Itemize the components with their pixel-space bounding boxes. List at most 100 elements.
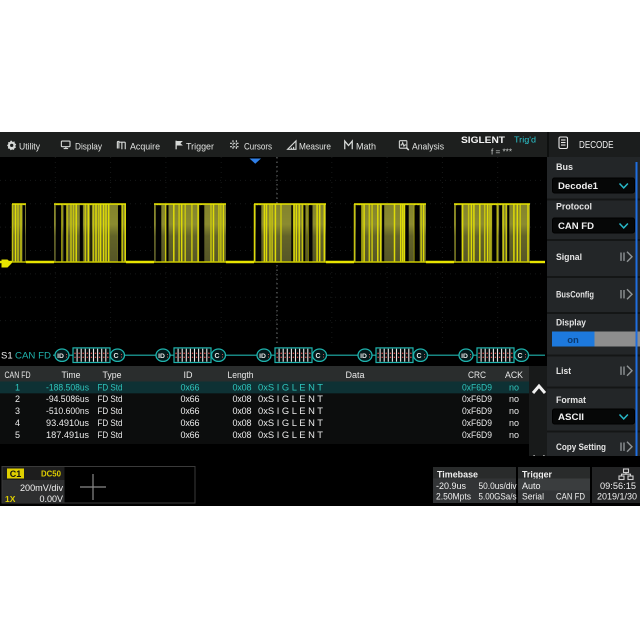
svg-text:1X: 1X xyxy=(5,494,16,504)
svg-text:Data: Data xyxy=(346,370,365,380)
svg-text:0.00V: 0.00V xyxy=(39,494,63,504)
svg-text:0xS I G L E N T: 0xS I G L E N T xyxy=(258,406,324,416)
svg-text:ID: ID xyxy=(360,353,367,360)
svg-text:0xS I G L E N T: 0xS I G L E N T xyxy=(258,430,324,440)
svg-text:S1: S1 xyxy=(1,351,13,362)
svg-text::: : xyxy=(65,353,67,360)
svg-text::: : xyxy=(423,353,425,360)
svg-text::: : xyxy=(469,353,471,360)
svg-text:0x08: 0x08 xyxy=(233,394,252,404)
svg-text:Measure: Measure xyxy=(299,142,331,153)
svg-text::: : xyxy=(368,353,370,360)
svg-text:CAN FD: CAN FD xyxy=(5,370,31,380)
svg-text:FD Std: FD Std xyxy=(98,394,123,404)
svg-text:Analysis: Analysis xyxy=(412,142,444,153)
svg-text:0xS I G L E N T: 0xS I G L E N T xyxy=(258,382,324,392)
svg-text:Math: Math xyxy=(356,142,376,153)
svg-text:2019/1/30: 2019/1/30 xyxy=(597,492,637,502)
svg-text:FD Std: FD Std xyxy=(98,382,123,392)
svg-text:3: 3 xyxy=(15,406,20,416)
svg-text:-188.508us: -188.508us xyxy=(46,382,89,392)
svg-text:FD Std: FD Std xyxy=(98,406,123,416)
svg-text:Format: Format xyxy=(556,395,587,406)
svg-text:0x66: 0x66 xyxy=(181,394,200,404)
svg-text:Display: Display xyxy=(556,318,587,329)
svg-text:93.4910us: 93.4910us xyxy=(46,418,90,428)
svg-text:5.00GSa/s: 5.00GSa/s xyxy=(479,492,517,502)
svg-text:ID: ID xyxy=(158,353,165,360)
svg-text:0xF6D9: 0xF6D9 xyxy=(462,382,492,392)
svg-text:0xS I G L E N T: 0xS I G L E N T xyxy=(258,394,324,404)
svg-text::: : xyxy=(322,353,324,360)
svg-text:no: no xyxy=(509,406,519,416)
svg-text:0xF6D9: 0xF6D9 xyxy=(462,394,492,404)
svg-text:no: no xyxy=(509,382,519,392)
svg-text:200mV/div: 200mV/div xyxy=(20,483,63,493)
svg-text:Type: Type xyxy=(103,370,122,380)
svg-text:-20.9us: -20.9us xyxy=(436,481,466,491)
svg-text:on: on xyxy=(567,335,579,346)
svg-text:ID: ID xyxy=(259,353,266,360)
svg-text:List: List xyxy=(556,366,572,377)
svg-text:Trigger: Trigger xyxy=(522,470,552,480)
svg-text:Decode1: Decode1 xyxy=(558,181,599,192)
svg-text:0x66: 0x66 xyxy=(181,418,200,428)
svg-text:f = ***: f = *** xyxy=(491,148,512,157)
svg-text::: : xyxy=(267,353,269,360)
svg-text:Serial: Serial xyxy=(522,492,544,502)
svg-text:5: 5 xyxy=(15,430,20,440)
svg-text:0xF6D9: 0xF6D9 xyxy=(462,430,492,440)
svg-text:DC50: DC50 xyxy=(41,469,61,479)
svg-text:Protocol: Protocol xyxy=(556,202,592,213)
svg-text:Bus: Bus xyxy=(556,162,573,173)
svg-text:0x08: 0x08 xyxy=(233,418,252,428)
svg-text:no: no xyxy=(509,394,519,404)
svg-text:no: no xyxy=(509,418,519,428)
svg-text:0xF6D9: 0xF6D9 xyxy=(462,418,492,428)
svg-text::: : xyxy=(120,353,122,360)
svg-text:SIGLENT: SIGLENT xyxy=(461,135,505,145)
svg-text:Utility: Utility xyxy=(19,142,40,153)
svg-text::: : xyxy=(221,353,223,360)
svg-text:CAN FD: CAN FD xyxy=(556,492,585,502)
svg-text:C: C xyxy=(113,353,118,360)
svg-text:0x66: 0x66 xyxy=(181,406,200,416)
svg-text:Cursors: Cursors xyxy=(244,142,272,153)
svg-text:C: C xyxy=(517,353,522,360)
svg-text:Trigger: Trigger xyxy=(186,142,214,153)
svg-text:FD Std: FD Std xyxy=(98,430,123,440)
svg-text:C: C xyxy=(315,353,320,360)
svg-text:Acquire: Acquire xyxy=(130,142,160,153)
svg-text:Timebase: Timebase xyxy=(437,470,478,480)
svg-text:09:56:15: 09:56:15 xyxy=(600,481,636,491)
svg-text:2: 2 xyxy=(15,394,20,404)
svg-text::: : xyxy=(524,353,526,360)
svg-text:ID: ID xyxy=(184,370,194,380)
svg-text:0xS I G L E N T: 0xS I G L E N T xyxy=(258,418,324,428)
svg-text:ASCII: ASCII xyxy=(558,412,584,423)
svg-text:ID: ID xyxy=(461,353,468,360)
svg-text:-510.600ns: -510.600ns xyxy=(46,406,89,416)
svg-text:50.0us/div: 50.0us/div xyxy=(479,481,517,491)
svg-text:0x08: 0x08 xyxy=(233,430,252,440)
svg-text:1: 1 xyxy=(15,382,20,392)
svg-text:FD Std: FD Std xyxy=(98,418,123,428)
svg-text:CAN FD: CAN FD xyxy=(15,351,51,362)
svg-text:0xF6D9: 0xF6D9 xyxy=(462,406,492,416)
svg-text:BusConfig: BusConfig xyxy=(556,290,594,301)
svg-text::: : xyxy=(166,353,168,360)
svg-text:0x08: 0x08 xyxy=(233,406,252,416)
svg-text:Length: Length xyxy=(228,370,254,380)
svg-text:0x08: 0x08 xyxy=(233,382,252,392)
svg-text:2.50Mpts: 2.50Mpts xyxy=(436,492,471,502)
svg-text:C1: C1 xyxy=(10,469,22,479)
svg-text:DECODE: DECODE xyxy=(579,139,614,151)
svg-text:Trig'd: Trig'd xyxy=(514,135,536,145)
svg-text:0x66: 0x66 xyxy=(181,430,200,440)
svg-text:C: C xyxy=(214,353,219,360)
svg-text:187.491us: 187.491us xyxy=(46,430,90,440)
svg-text:no: no xyxy=(509,430,519,440)
svg-text:Auto: Auto xyxy=(522,481,541,491)
svg-text:Copy Setting: Copy Setting xyxy=(556,442,606,453)
svg-text:Signal: Signal xyxy=(556,252,582,263)
